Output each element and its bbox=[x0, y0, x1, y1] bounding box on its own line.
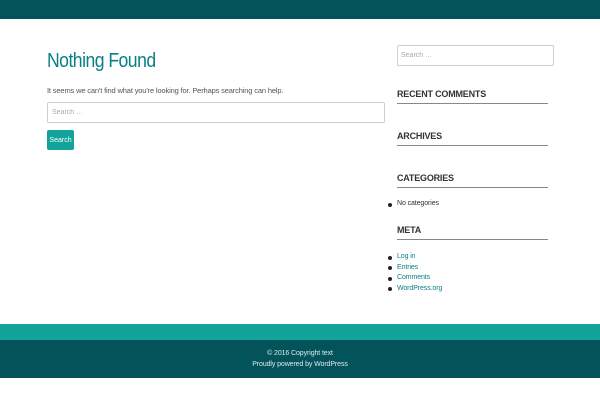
categories-list: No categories bbox=[388, 199, 439, 210]
meta-link-comments[interactable]: Comments bbox=[397, 274, 430, 281]
list-item: Entries bbox=[388, 263, 442, 274]
meta-link-login[interactable]: Log in bbox=[397, 253, 416, 260]
bullet-icon bbox=[388, 266, 392, 270]
meta-list: Log in Entries Comments WordPress.org bbox=[388, 252, 442, 295]
archives-heading: ARCHIVES bbox=[397, 131, 548, 146]
no-results-message: It seems we can't find what you're looki… bbox=[47, 86, 284, 95]
site-footer: © 2016 Copyright text Proudly powered by… bbox=[0, 340, 600, 378]
footer-widget-strip bbox=[0, 324, 600, 340]
list-item: No categories bbox=[388, 199, 439, 210]
category-empty-label: No categories bbox=[397, 200, 439, 207]
bullet-icon bbox=[388, 255, 392, 260]
bullet-icon bbox=[388, 287, 392, 291]
copyright-text: © 2016 Copyright text bbox=[267, 350, 333, 357]
list-item: Log in bbox=[388, 252, 442, 263]
bullet-icon bbox=[388, 276, 392, 281]
meta-heading: META bbox=[397, 225, 548, 240]
list-item: Comments bbox=[388, 273, 442, 284]
search-button[interactable]: Search bbox=[47, 130, 74, 150]
categories-heading: CATEGORIES bbox=[397, 173, 548, 188]
page-title: Nothing Found bbox=[47, 50, 156, 72]
list-item: WordPress.org bbox=[388, 284, 442, 295]
sidebar-search-input[interactable] bbox=[397, 45, 554, 66]
recent-comments-heading: RECENT COMMENTS bbox=[397, 89, 548, 104]
bullet-icon bbox=[388, 202, 392, 207]
meta-link-entries[interactable]: Entries bbox=[397, 264, 418, 271]
powered-by-link[interactable]: Proudly powered by WordPress bbox=[0, 361, 600, 368]
top-header-bar bbox=[0, 0, 600, 19]
search-input[interactable] bbox=[47, 102, 385, 123]
meta-link-wordpress[interactable]: WordPress.org bbox=[397, 285, 442, 292]
